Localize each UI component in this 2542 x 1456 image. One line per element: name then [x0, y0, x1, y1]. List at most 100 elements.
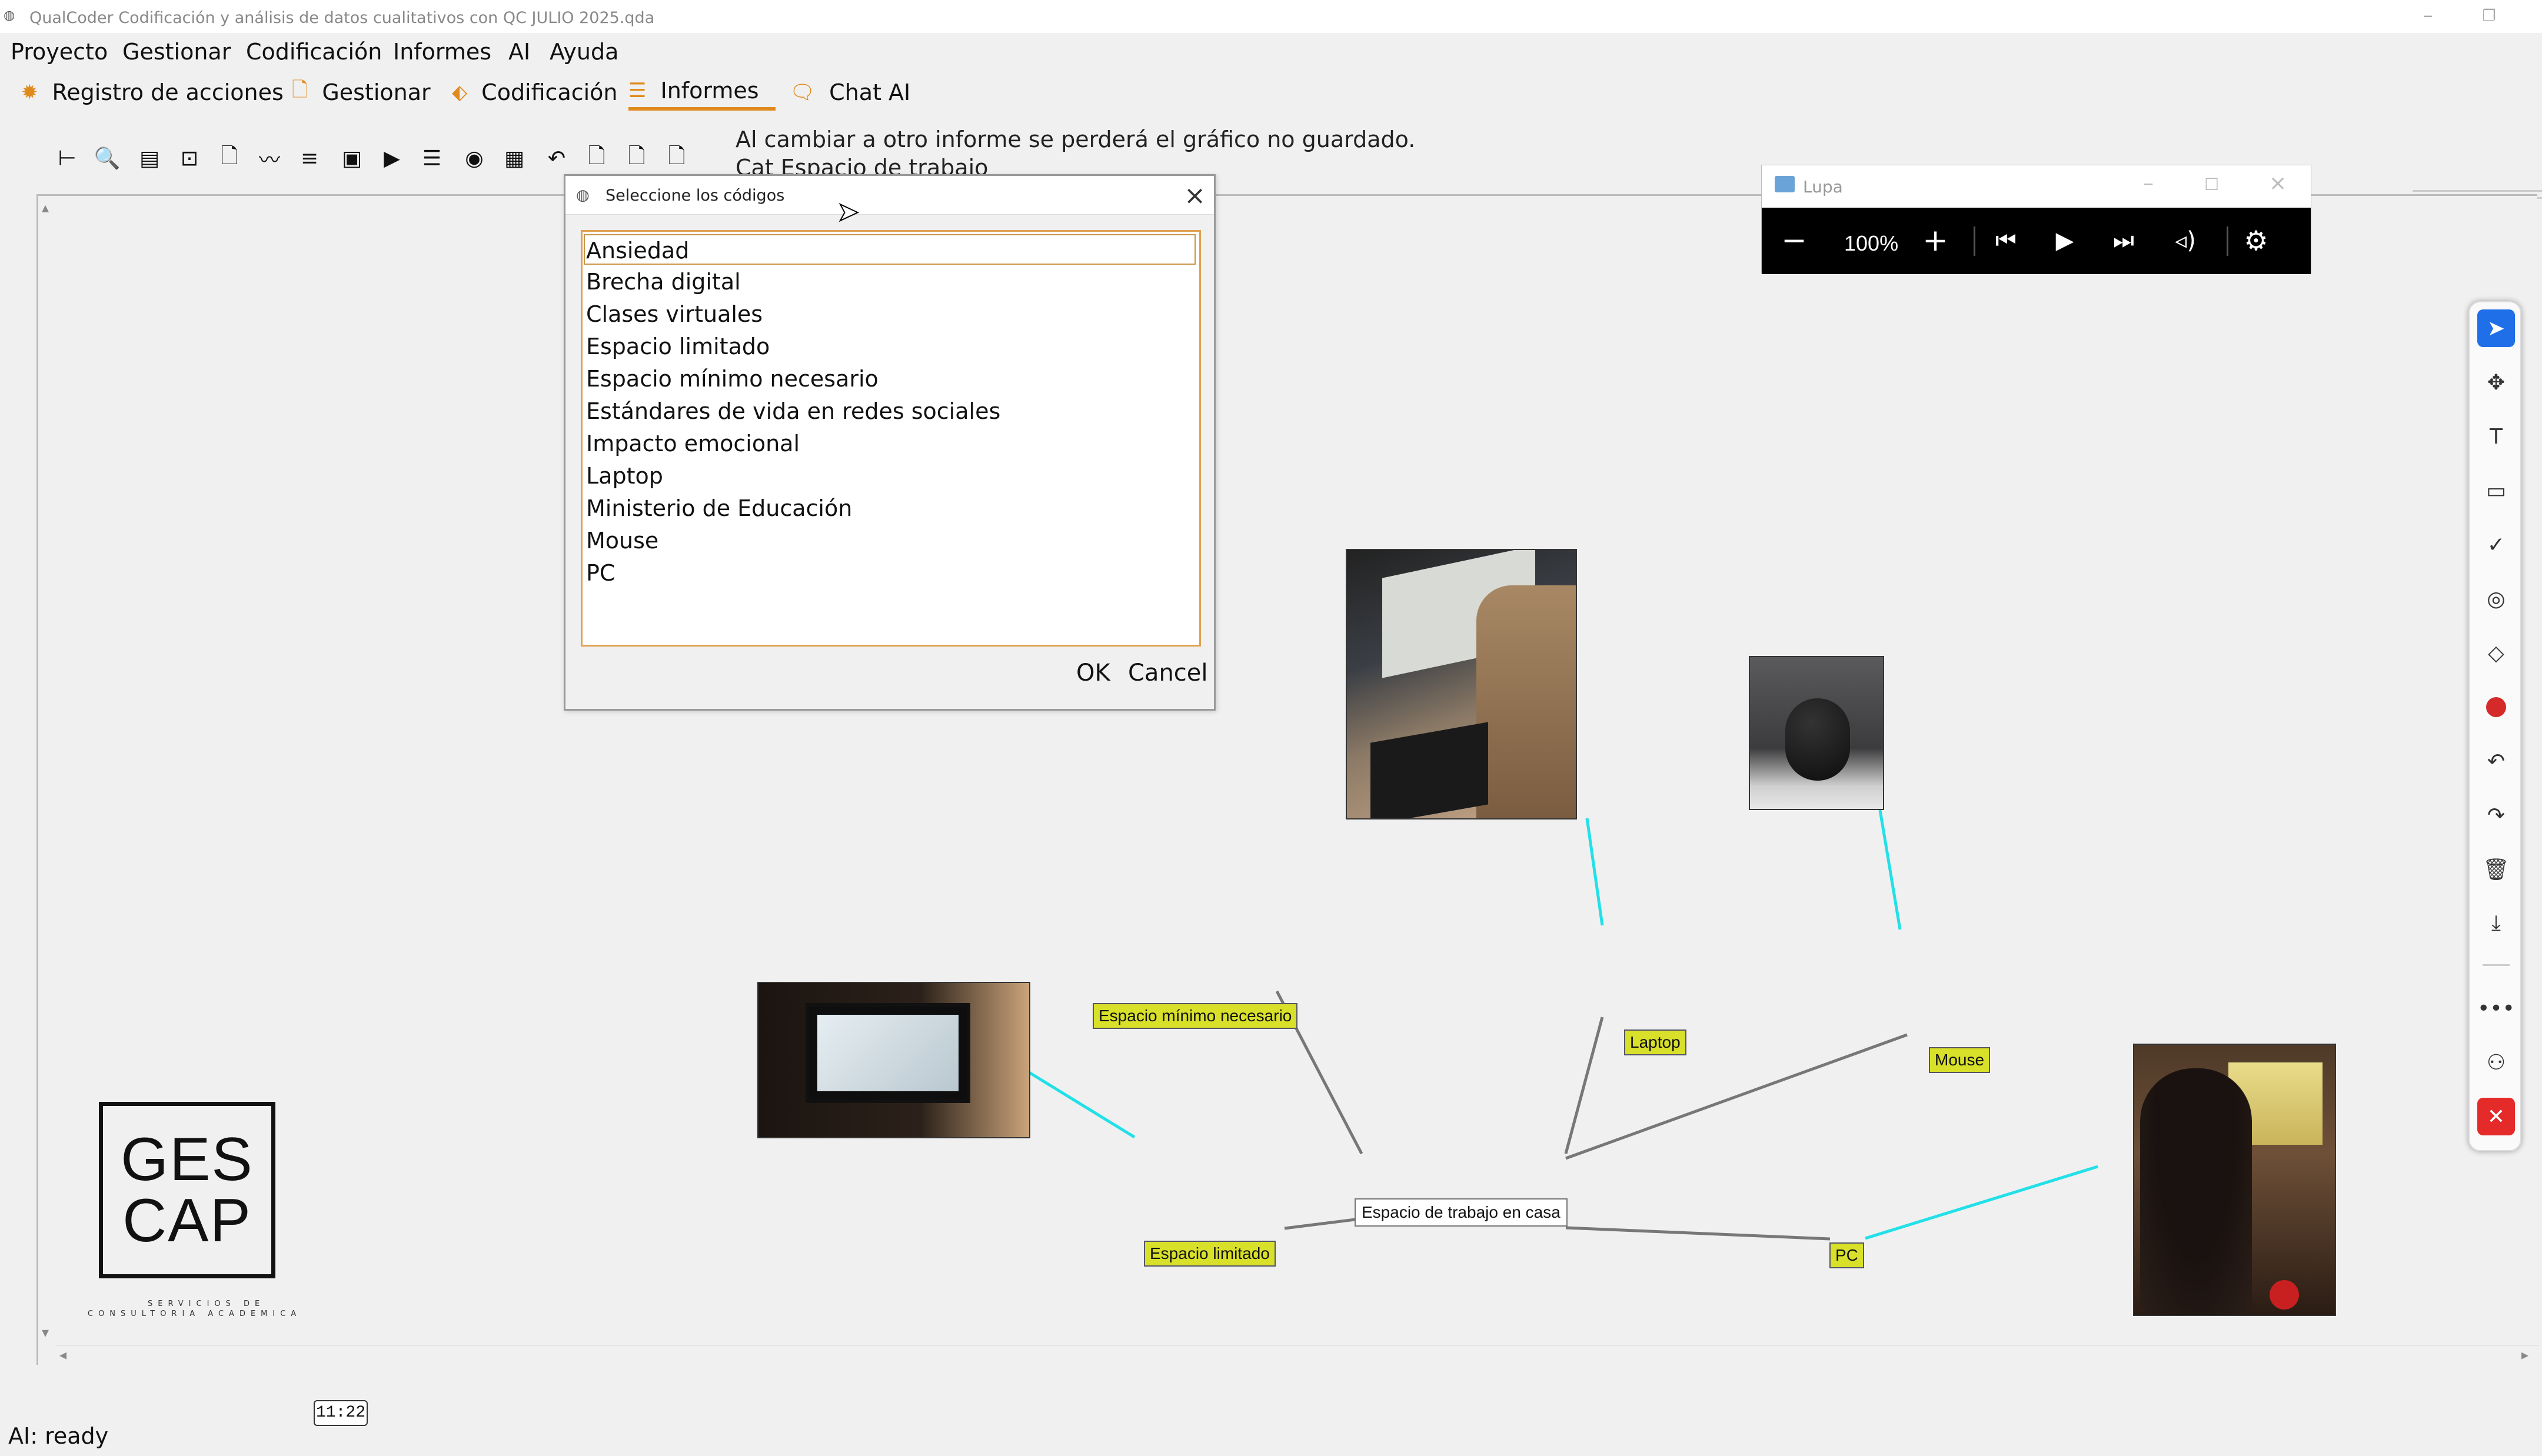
edge-espacio-limitado: [1284, 1218, 1356, 1230]
list-item[interactable]: Laptop: [585, 461, 663, 491]
tab-chat-ai[interactable]: 🗨 Chat AI: [790, 74, 910, 111]
menu-proyecto[interactable]: Proyecto: [11, 39, 108, 65]
qualcoder-icon: ◍: [4, 8, 15, 23]
node-mouse[interactable]: Mouse: [1929, 1047, 1991, 1073]
spotlight-icon[interactable]: ◎: [2477, 580, 2515, 618]
dialog-titlebar[interactable]: ◍ Seleccione los códigos ×: [565, 176, 1214, 215]
rectangle-icon[interactable]: ▭: [2477, 472, 2515, 509]
menu-gestionar[interactable]: Gestionar: [122, 39, 231, 65]
minimize-icon[interactable]: –: [2410, 4, 2445, 29]
list-item[interactable]: Impacto emocional: [585, 428, 800, 459]
search-icon[interactable]: 🔍: [92, 143, 122, 174]
settings-icon[interactable]: ⚙: [2238, 223, 2274, 258]
list-icon[interactable]: ☰: [417, 143, 447, 174]
file-icon[interactable]: 🗋: [214, 143, 245, 174]
magnifier-titlebar[interactable]: Lupa – ☐ ×: [1762, 165, 2311, 208]
image-link-laptop: [1585, 818, 1604, 926]
export-image-icon[interactable]: ▦: [499, 143, 530, 174]
zoom-in-icon[interactable]: +: [1921, 223, 1950, 258]
node-espacio-de-trabajo-en-casa[interactable]: Espacio de trabajo en casa: [1355, 1198, 1568, 1227]
line-chart-icon[interactable]: 〰: [254, 143, 285, 174]
list-item[interactable]: Brecha digital: [585, 266, 741, 297]
minimize-icon[interactable]: –: [2143, 171, 2154, 195]
list-item[interactable]: Espacio limitado: [585, 331, 770, 362]
list-item[interactable]: Estándares de vida en redes sociales: [585, 396, 1000, 427]
pointer-icon[interactable]: ➤: [2477, 309, 2515, 347]
divider: [1974, 226, 1975, 256]
memo-icon[interactable]: ▤: [134, 143, 165, 174]
tab-gestionar[interactable]: 🗋 Gestionar: [292, 74, 431, 111]
close-icon[interactable]: ×: [1184, 181, 1206, 211]
menu-codificacion[interactable]: Codificación: [246, 39, 382, 65]
tab-codificacion[interactable]: ⬖ Codificación: [452, 74, 618, 111]
read-from-cursor-icon[interactable]: ◃): [2168, 223, 2203, 258]
text-lines-icon[interactable]: ≡: [294, 143, 325, 174]
tree-icon[interactable]: ⊢: [52, 143, 82, 174]
pc-photo[interactable]: [2133, 1044, 2336, 1316]
tab-registro-de-acciones[interactable]: ✹ Registro de acciones: [21, 74, 284, 111]
load-file-icon[interactable]: 🗋: [621, 143, 652, 174]
menu-ai[interactable]: AI: [508, 39, 530, 65]
text-tool-icon[interactable]: T: [2477, 418, 2515, 455]
magnifier-toolbar: − 100% + ⏮ ▶ ⏭ ◃) ⚙: [1762, 208, 2311, 274]
person-shape: [2140, 1068, 2252, 1315]
eye-icon[interactable]: ◉: [459, 143, 490, 174]
list-item[interactable]: Espacio mínimo necesario: [585, 364, 879, 394]
more-icon[interactable]: •••: [2477, 989, 2515, 1027]
play-icon[interactable]: ▶: [377, 143, 407, 174]
undo-icon[interactable]: ↶: [541, 143, 572, 174]
check-icon[interactable]: ✓: [2477, 526, 2515, 564]
list-item[interactable]: Clases virtuales: [585, 299, 763, 329]
select-codes-dialog: ◍ Seleccione los códigos × Ansiedad Brec…: [564, 174, 1216, 711]
zoom-out-icon[interactable]: −: [1779, 223, 1809, 258]
node-laptop[interactable]: Laptop: [1624, 1029, 1686, 1055]
user-settings-icon[interactable]: ⚇: [2477, 1044, 2515, 1081]
next-icon[interactable]: ⏭: [2109, 223, 2138, 258]
annotation-toolbar: ➤ ✥ T ▭ ✓ ◎ ◇ ↶ ↷ 🗑 ⤓ ••• ⚇ ✕: [2468, 301, 2521, 1151]
play-icon[interactable]: ▶: [2050, 223, 2079, 258]
menu-informes[interactable]: Informes: [393, 39, 491, 65]
ai-status: AI: ready: [8, 1423, 109, 1449]
laptop-photo[interactable]: [1346, 549, 1577, 819]
save-file-icon[interactable]: 🗋: [581, 143, 612, 174]
node-espacio-limitado[interactable]: Espacio limitado: [1144, 1241, 1276, 1267]
node-pc[interactable]: PC: [1829, 1242, 1864, 1268]
graph-canvas[interactable]: ▴ ▾ ◂ ▸ Espacio mínimo necesario Laptop …: [36, 194, 2539, 1365]
list-item[interactable]: PC: [585, 558, 615, 588]
download-icon[interactable]: ⤓: [2477, 905, 2515, 942]
list-item[interactable]: Ministerio de Educación: [585, 493, 852, 524]
keyboard-shape: [1370, 722, 1488, 818]
ok-button[interactable]: OK: [1076, 659, 1110, 687]
node-espacio-minimo-necesario[interactable]: Espacio mínimo necesario: [1093, 1003, 1298, 1029]
monitor-frame: [806, 1003, 970, 1103]
mouse-cursor-icon: ➤: [837, 196, 860, 228]
magnifier-title: Lupa: [1803, 177, 1843, 196]
cancel-button[interactable]: Cancel: [1128, 659, 1208, 687]
tab-label: Gestionar: [322, 79, 431, 105]
record-icon[interactable]: [2477, 688, 2515, 726]
folder-icon[interactable]: ⊡: [174, 143, 205, 174]
list-item[interactable]: Mouse: [585, 525, 658, 556]
restore-icon[interactable]: ❐: [2471, 7, 2507, 33]
logo-subtitle-2: CONSULTORIA ACADEMICA: [88, 1310, 302, 1318]
previous-icon[interactable]: ⏮: [1991, 223, 2021, 258]
close-icon[interactable]: ✕: [2477, 1098, 2515, 1135]
codes-list[interactable]: Ansiedad Brecha digital Clases virtuales…: [581, 230, 1201, 647]
move-icon[interactable]: ✥: [2477, 364, 2515, 401]
menu-ayuda[interactable]: Ayuda: [550, 39, 618, 65]
mouse-photo[interactable]: [1749, 656, 1884, 810]
monitor-photo[interactable]: [757, 982, 1030, 1138]
red-object: [2270, 1280, 2299, 1310]
maximize-icon[interactable]: ☐: [2204, 175, 2219, 194]
edge-laptop: [1564, 1017, 1604, 1154]
trash-icon[interactable]: 🗑: [2477, 851, 2515, 888]
eraser-icon[interactable]: ◇: [2477, 634, 2515, 672]
image-icon[interactable]: ▣: [337, 143, 367, 174]
list-item[interactable]: Ansiedad: [584, 234, 1196, 265]
close-icon[interactable]: ×: [2269, 171, 2287, 195]
redo-icon[interactable]: ↷: [2477, 797, 2515, 834]
delete-file-icon[interactable]: 🗋: [661, 143, 692, 174]
tab-informes[interactable]: ☰ Informes: [628, 74, 776, 111]
undo-icon[interactable]: ↶: [2477, 742, 2515, 780]
hair-shape: [1476, 585, 1576, 818]
